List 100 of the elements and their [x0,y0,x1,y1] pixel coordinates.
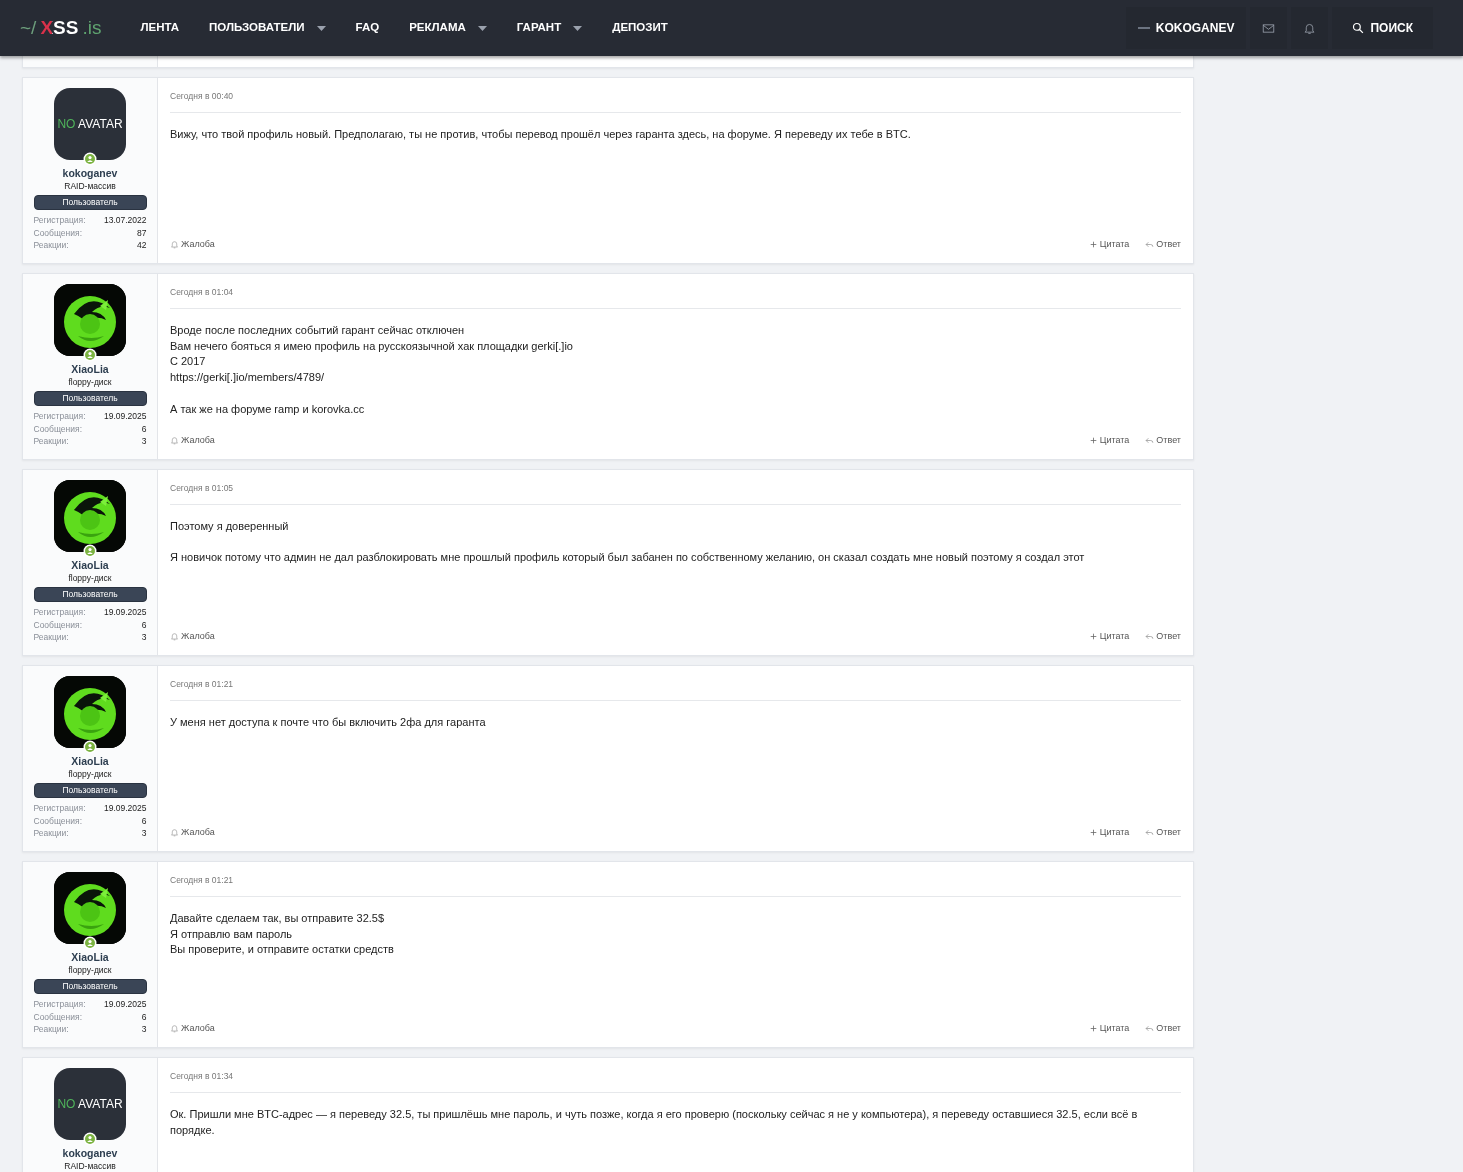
stat-value: 19.09.2025 [103,998,147,1011]
notifications-button[interactable] [1291,7,1329,49]
stat-value: 87 [137,226,147,239]
post-time-link[interactable]: Сегодня в 00:40 [170,90,234,102]
post-text: Я новичок потому что админ не дал разблокировать мне прошлый профиль который был забанен по собственному желанию, он сказал создать мне новый поэтому я создал этот [170,551,1085,564]
user-title: floppy-диск [68,376,112,388]
nav-link[interactable]: ГАРАНТ [501,0,598,56]
stat-value: 3 [141,631,147,644]
report-link[interactable]: Жалоба [170,1021,215,1035]
stat-label: Сообщения: [33,1010,82,1023]
report-link[interactable]: Жалоба [170,433,215,447]
stat-label: Сообщения: [33,422,82,435]
mail-button[interactable] [1250,7,1288,49]
nav-link[interactable]: РЕКЛАМА [394,0,502,56]
post-text: https://gerki[.]io/members/4789/ [170,371,325,384]
stat-value: 19.09.2025 [103,410,147,423]
stat-value: 19.09.2025 [103,802,147,815]
user-title: RAID-массив [64,180,116,192]
username-link[interactable]: kokoganev [62,1147,118,1160]
post-text: Давайте сделаем так, вы отправите 32.5$ [170,912,385,924]
bell-icon [1303,21,1317,35]
user-title: floppy-диск [68,768,112,780]
stat-value: 6 [141,814,147,827]
quote-link[interactable]: Цитата [1088,629,1130,643]
username-link[interactable]: XiaoLia [71,755,109,768]
stat-value: 13.07.2022 [103,214,147,227]
bell-icon [170,435,179,445]
stat-value: 3 [141,435,147,448]
quote-link[interactable]: Цитата [1088,1021,1130,1035]
search-icon [1352,22,1365,34]
nav-link[interactable]: ДЕПОЗИТ [597,0,683,56]
reply-icon [1145,1023,1155,1033]
role-label: Пользователь [33,979,147,994]
stat-value: 6 [141,422,147,435]
stat-value: 19.09.2025 [103,606,147,619]
plus-icon [1088,827,1098,837]
plus-icon [1088,631,1098,641]
stat-label: Реакции: [33,827,69,840]
bell-icon [170,1023,179,1033]
role-label: Пользователь [33,391,147,406]
reply-link[interactable]: Ответ [1145,1021,1181,1035]
stat-value: 42 [137,239,147,252]
user-title: floppy-диск [68,964,112,976]
site-logo[interactable]: ~/ XSS .is [0,13,126,43]
report-link[interactable]: Жалоба [170,237,215,251]
post-text: Вижу, что твой профиль новый. Предполагаю, ты не против, чтобы перевод прошёл через гаранта здесь, на форуме. Я переведу их тебе в BTC. [170,128,911,140]
reply-icon [1145,631,1155,641]
username-link[interactable]: XiaoLia [71,559,109,572]
stat-label: Реакции: [33,239,69,252]
user-title: RAID-массив [64,1160,116,1172]
report-link[interactable]: Жалоба [170,629,215,643]
bell-icon [170,827,179,837]
role-label: Пользователь [33,783,147,798]
stat-label: Регистрация: [33,802,86,815]
quote-link[interactable]: Цитата [1088,433,1130,447]
stat-label: Регистрация: [33,410,86,423]
stat-value: 6 [141,618,147,631]
stat-value: 3 [141,1023,147,1036]
username-link[interactable]: kokoganev [62,167,118,180]
stat-label: Реакции: [33,631,69,644]
reply-link[interactable]: Ответ [1145,433,1181,447]
user-menu[interactable]: KOKOGANEV [1125,7,1247,49]
plus-icon [1088,435,1098,445]
stat-value: 3 [141,827,147,840]
role-label: Пользователь [33,195,147,210]
report-link[interactable]: Жалоба [170,825,215,839]
nav-link[interactable]: ПОЛЬЗОВАТЕЛИ [194,0,341,56]
quote-link[interactable]: Цитата [1088,825,1130,839]
bell-icon [170,239,179,249]
post-text: А так же на форуме ramp и korovka.cc [170,402,365,415]
user-title: floppy-диск [68,572,112,584]
post-time-link[interactable]: Сегодня в 01:04 [170,286,234,298]
post-time-link[interactable]: Сегодня в 01:21 [170,874,234,886]
post-text: Поэтому я доверенный [170,520,289,532]
post-text: Я отправлю вам пароль [170,927,293,940]
stat-label: Сообщения: [33,618,82,631]
post-text: Вроде после последних событий гарант сейчас отключен [170,324,465,336]
post-text: С 2017 [170,355,206,368]
nav-link[interactable]: FAQ [340,0,395,56]
reply-link[interactable]: Ответ [1145,629,1181,643]
stat-label: Регистрация: [33,606,86,619]
quote-link[interactable]: Цитата [1088,237,1130,251]
nav-link[interactable]: ЛЕНТА [125,0,195,56]
plus-icon [1088,1023,1098,1033]
username-link[interactable]: XiaoLia [71,363,109,376]
username-link[interactable]: XiaoLia [71,951,109,964]
reply-link[interactable]: Ответ [1145,237,1181,251]
stat-label: Сообщения: [33,226,82,239]
search-button[interactable]: ПОИСК [1332,7,1433,49]
stat-value: 6 [141,1010,147,1023]
stat-label: Реакции: [33,1023,69,1036]
reply-link[interactable]: Ответ [1145,825,1181,839]
plus-icon [1088,239,1098,249]
post-time-link[interactable]: Сегодня в 01:34 [170,1070,234,1082]
stat-label: Регистрация: [33,214,86,227]
role-label: Пользователь [33,587,147,602]
post-time-link[interactable]: Сегодня в 01:21 [170,678,234,690]
post-time-link[interactable]: Сегодня в 01:05 [170,482,234,494]
stat-label: Реакции: [33,435,69,448]
post-text: Вы проверите, и отправите остатки средств [170,943,394,956]
